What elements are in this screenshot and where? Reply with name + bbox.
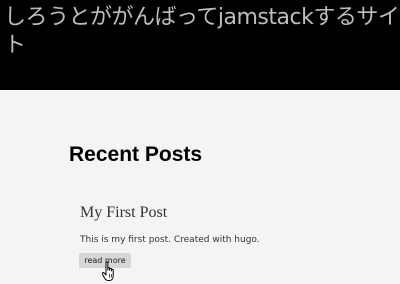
hand-pointer-icon [101,261,114,281]
post-title-link[interactable]: My First Post [80,203,167,223]
site-header: しろうとががんばってjamstackするサイト [0,0,400,90]
post-summary: This is my first post. Created with hugo… [80,235,260,245]
section-title: Recent Posts [69,143,203,166]
site-title-link[interactable]: しろうとががんばってjamstackするサイト [4,4,400,60]
